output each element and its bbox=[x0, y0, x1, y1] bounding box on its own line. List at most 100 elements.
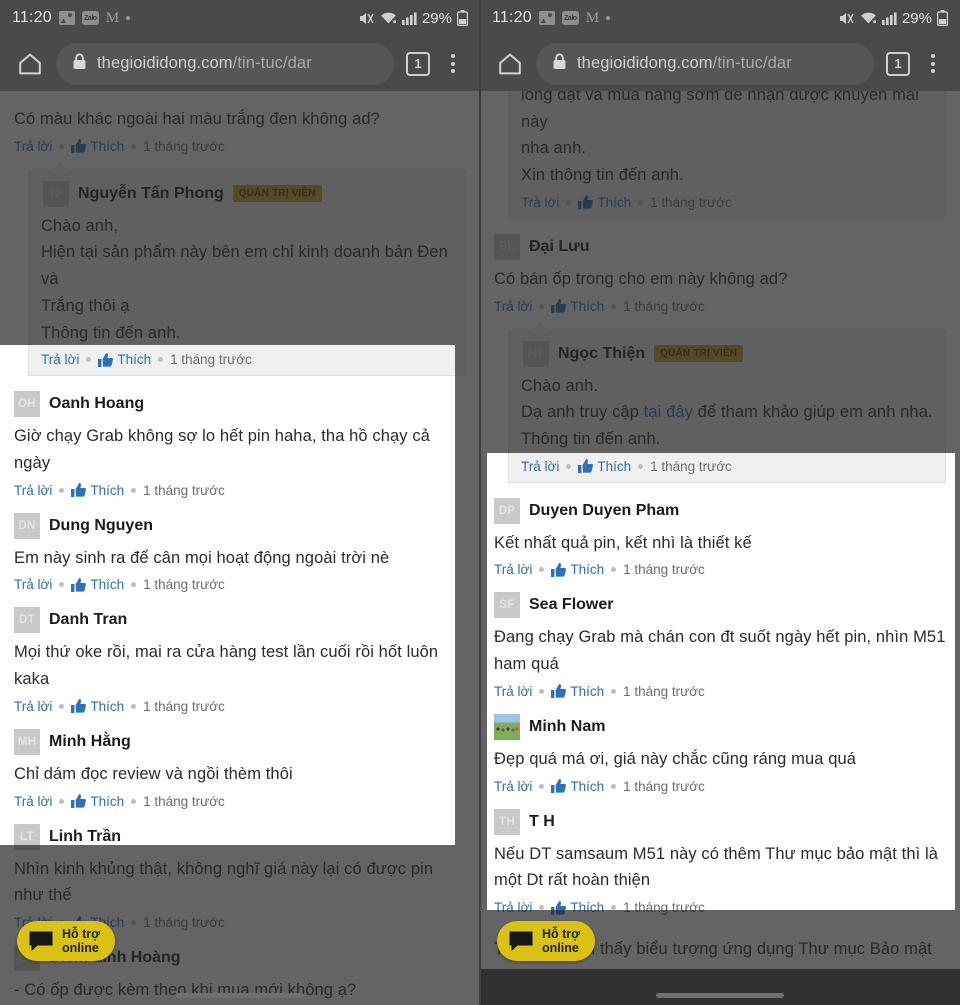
avatar: ĐL bbox=[494, 233, 520, 260]
reply-link[interactable]: Trả lời bbox=[14, 483, 52, 498]
reply-link[interactable]: Trả lời bbox=[14, 699, 52, 714]
like-link[interactable]: Thích bbox=[71, 139, 124, 154]
separator-dot bbox=[539, 303, 545, 309]
separator-dot bbox=[566, 199, 572, 205]
user-name: Minh Nam bbox=[529, 717, 606, 735]
reply-link[interactable]: Trả lời bbox=[494, 779, 532, 794]
reply-link[interactable]: Trả lời bbox=[14, 794, 52, 809]
signal-icon bbox=[881, 11, 897, 25]
separator-dot bbox=[611, 303, 617, 309]
home-icon[interactable] bbox=[10, 44, 50, 84]
reply-line-2: Dạ anh truy cập tại đây để tham khảo giú… bbox=[521, 399, 933, 426]
reply-link[interactable]: Trả lời bbox=[14, 139, 52, 154]
like-label: Thích bbox=[570, 900, 605, 910]
user-name: T H bbox=[529, 812, 555, 830]
panel-divider bbox=[479, 0, 481, 1005]
comment-item: DT Danh Tran Mọi thứ oke rồi, mai ra cửa h… bbox=[14, 598, 455, 719]
like-link[interactable]: Thích bbox=[551, 900, 604, 910]
separator-dot bbox=[539, 783, 545, 789]
comment-header: ĐL Đại Lưu bbox=[494, 233, 946, 260]
more-options-icon[interactable] bbox=[436, 44, 470, 84]
thumbs-up-icon bbox=[551, 900, 567, 910]
like-link[interactable]: Thích bbox=[551, 562, 604, 577]
photos-icon bbox=[58, 11, 75, 25]
reply-link[interactable]: Trả lời bbox=[494, 299, 532, 314]
online-support-button[interactable]: Hỗ trợ online bbox=[17, 921, 116, 961]
like-label: Thích bbox=[570, 562, 605, 578]
like-link[interactable]: Thích bbox=[578, 459, 631, 474]
like-label: Thích bbox=[570, 683, 605, 699]
like-link[interactable]: Thích bbox=[551, 299, 604, 314]
comment-item: Minh Nam Đẹp quá má ơi, giá này chắc cũng… bbox=[494, 705, 946, 800]
url-bar[interactable]: thegioididong.com/tin-tuc/dar bbox=[56, 42, 394, 85]
separator-dot bbox=[611, 783, 617, 789]
home-icon[interactable] bbox=[490, 44, 530, 84]
user-name: Dung Nguyen bbox=[49, 516, 153, 534]
user-name: Minh Hằng bbox=[49, 732, 131, 750]
tab-counter-button[interactable]: 1 bbox=[406, 51, 430, 76]
comment-items-right: DP Duyen Duyen Pham Kết nhất quả pin, kết … bbox=[494, 489, 946, 910]
reply-link[interactable]: Trả lời bbox=[494, 562, 532, 577]
user-name: Linh Trần bbox=[49, 827, 121, 845]
separator-dot bbox=[59, 703, 65, 709]
online-support-button[interactable]: Hỗ trợ online bbox=[497, 921, 596, 961]
url-host: thegioididong.com bbox=[577, 54, 713, 72]
comment-meta: Trả lời Thích 1 tháng trước bbox=[14, 133, 466, 154]
comment-item: DP Duyen Duyen Pham Kết nhất quả pin, kết … bbox=[494, 489, 946, 584]
avatar: MH bbox=[14, 728, 40, 755]
user-name: Oanh Hoang bbox=[49, 395, 145, 413]
user-name: Sea Flower bbox=[529, 596, 614, 614]
like-label: Thích bbox=[117, 352, 152, 368]
reply-link[interactable]: Trả lời bbox=[521, 195, 559, 210]
comment-item: TH T H Nếu DT samsaum M51 này có thêm Thư … bbox=[494, 800, 946, 910]
comment-item: OH Oanh Hoang Giờ chạy Grab không sợ lo hế… bbox=[14, 382, 455, 503]
like-label: Thích bbox=[90, 482, 125, 498]
nav-gesture-handle[interactable] bbox=[176, 993, 304, 998]
comment-text: lòng đặt và mua hàng sớm để nhận được kh… bbox=[521, 91, 933, 189]
like-link[interactable]: Thích bbox=[98, 352, 151, 367]
separator-dot bbox=[131, 703, 137, 709]
timestamp: 1 tháng trước bbox=[170, 352, 252, 368]
reply-line-1: Chào anh. bbox=[521, 376, 599, 395]
like-link[interactable]: Thích bbox=[71, 577, 124, 592]
user-name: Duyen Duyen Pham bbox=[529, 501, 680, 519]
like-link[interactable]: Thích bbox=[551, 684, 604, 699]
zalo-icon: Zalo bbox=[81, 11, 99, 25]
like-label: Thích bbox=[90, 138, 125, 154]
reply-link[interactable]: Trả lời bbox=[494, 900, 532, 910]
separator-dot bbox=[86, 357, 92, 363]
like-link[interactable]: Thích bbox=[578, 195, 631, 210]
reply-link[interactable]: Trả lời bbox=[494, 684, 532, 699]
url-host: thegioididong.com bbox=[97, 54, 233, 72]
like-link[interactable]: Thích bbox=[71, 794, 124, 809]
more-options-icon[interactable] bbox=[916, 44, 950, 84]
tab-counter-button[interactable]: 1 bbox=[886, 51, 910, 76]
comment-meta: Trả lời Thích 1 tháng trước bbox=[14, 788, 455, 809]
timestamp: 1 tháng trước bbox=[650, 194, 732, 210]
avatar bbox=[494, 713, 520, 740]
reply-line-2-post: để tham khảo giúp em anh nha. bbox=[693, 403, 933, 422]
comment-meta: Trả lời Thích 1 tháng trước bbox=[494, 556, 946, 577]
like-link[interactable]: Thích bbox=[551, 779, 604, 794]
wifi-icon bbox=[860, 11, 877, 25]
reply-link[interactable]: Trả lời bbox=[41, 352, 79, 367]
separator-dot bbox=[638, 463, 644, 469]
like-link[interactable]: Thích bbox=[71, 699, 124, 714]
comment-text: Giờ chạy Grab không sợ lo hết pin haha, … bbox=[14, 427, 430, 473]
reply-link[interactable]: Trả lời bbox=[14, 577, 52, 592]
thumbs-up-icon bbox=[71, 699, 87, 714]
avatar: TP bbox=[43, 180, 69, 207]
user-name: Ngọc Thiện bbox=[558, 344, 646, 362]
thumbs-up-icon bbox=[71, 577, 87, 592]
chat-bubble-icon bbox=[508, 930, 534, 952]
highlight-region-right: lòng đặt và mua hàng sớm để nhận được kh… bbox=[487, 453, 955, 910]
timestamp: 1 tháng trước bbox=[623, 298, 705, 314]
url-bar[interactable]: thegioididong.com/tin-tuc/dar bbox=[536, 42, 874, 85]
signal-icon bbox=[401, 11, 417, 25]
comment-item: DN Dung Nguyen Em này sinh ra để cân mọi h… bbox=[14, 504, 455, 599]
reference-link[interactable]: tại đây bbox=[644, 403, 693, 421]
like-label: Thích bbox=[570, 298, 605, 314]
reply-link[interactable]: Trả lời bbox=[521, 459, 559, 474]
nav-gesture-handle[interactable] bbox=[656, 993, 784, 998]
like-link[interactable]: Thích bbox=[71, 483, 124, 498]
